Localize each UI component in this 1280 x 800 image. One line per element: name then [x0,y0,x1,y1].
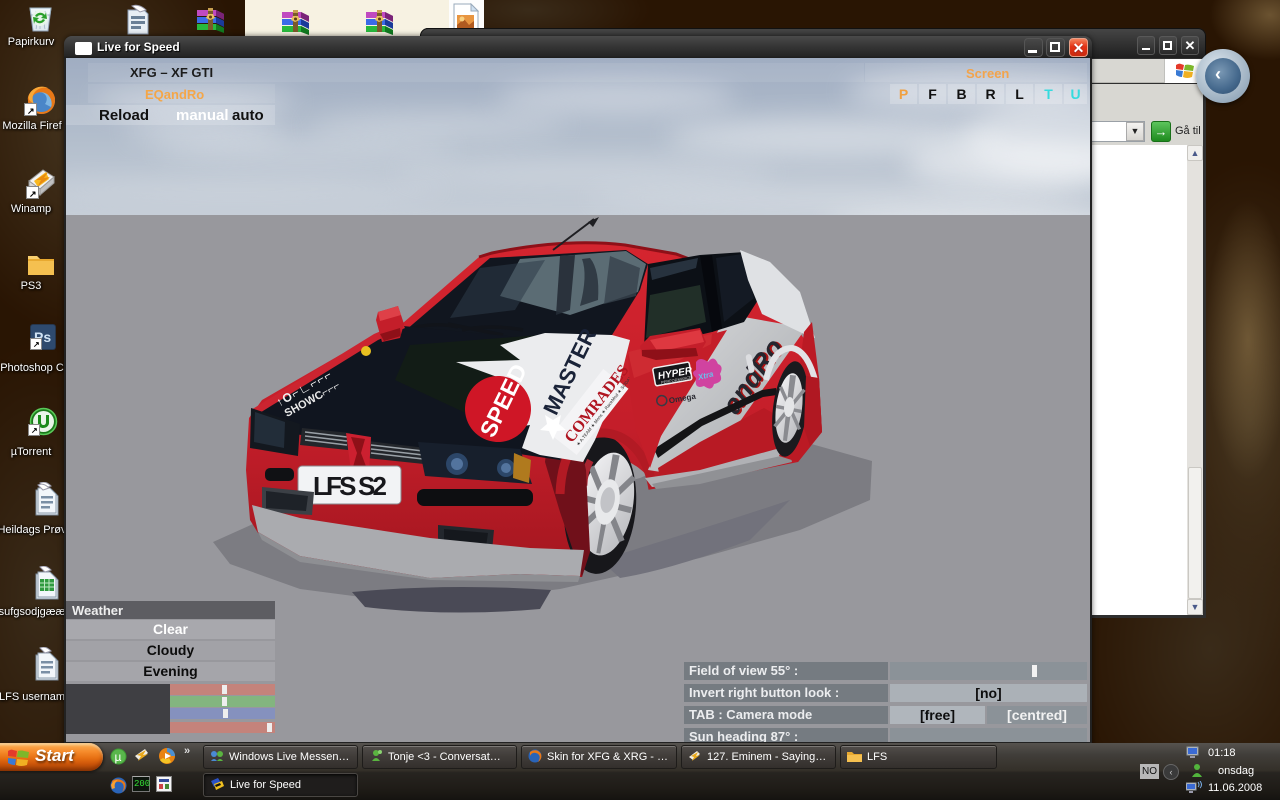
svg-text:µ: µ [115,750,122,764]
svg-text:LFS S2: LFS S2 [313,471,387,501]
